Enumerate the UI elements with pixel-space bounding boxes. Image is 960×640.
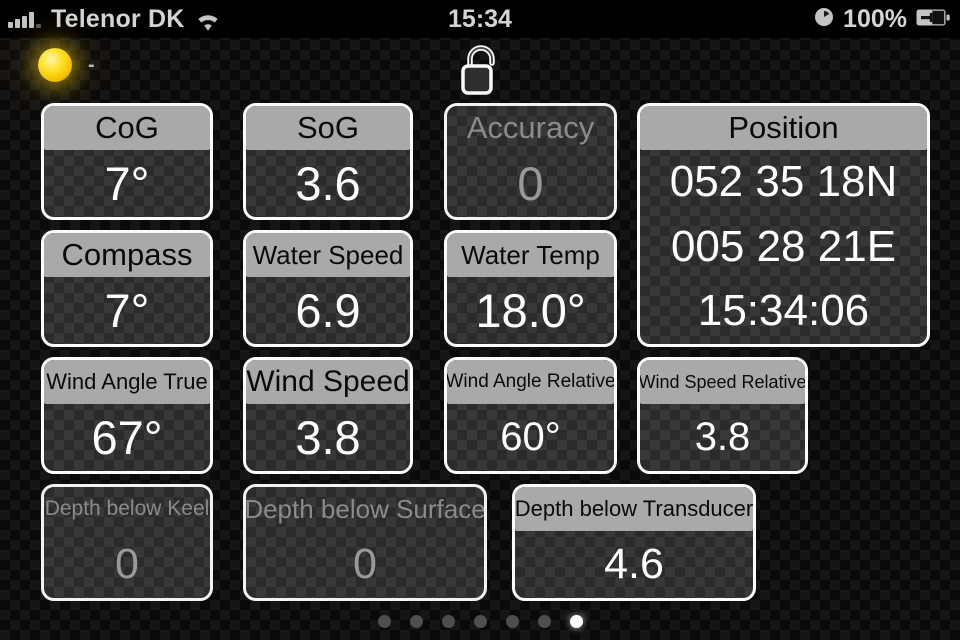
- tile-value-wind-speed: 3.8: [295, 411, 361, 464]
- tile-label-wind-speed: Wind Speed: [246, 360, 410, 404]
- tile-label-wind-speed-relative: Wind Speed Relative: [640, 360, 805, 404]
- daylight-indicator[interactable]: -: [38, 48, 95, 82]
- tile-value-wind-angle-true: 67°: [91, 411, 163, 464]
- page-dot-4[interactable]: [473, 615, 487, 628]
- tile-label-position: Position: [640, 106, 927, 150]
- tile-value-depth-below-transducer: 4.6: [604, 540, 664, 588]
- tile-label-wind-angle-relative: Wind Angle Relative: [447, 360, 614, 404]
- page-dot-1[interactable]: [377, 615, 391, 628]
- tile-label-compass: Compass: [44, 233, 210, 277]
- status-bar-right: 100%: [814, 5, 950, 34]
- status-bar: Telenor DK 15:34 100%: [0, 0, 960, 38]
- battery-charging-icon: [916, 5, 950, 34]
- tile-label-depth-below-keel: Depth below Keel: [44, 497, 210, 520]
- app-screen: Telenor DK 15:34 100% - CoG 7° SoG 3.6 A…: [0, 0, 960, 640]
- tile-value-depth-below-surface: 0: [353, 540, 377, 588]
- tile-wind-angle-true[interactable]: Wind Angle True 67°: [41, 357, 213, 474]
- page-dot-3[interactable]: [441, 615, 455, 628]
- tile-wind-speed[interactable]: Wind Speed 3.8: [243, 357, 413, 474]
- page-dot-2[interactable]: [409, 615, 423, 628]
- tile-label-water-speed: Water Speed: [246, 233, 410, 277]
- tile-value-position: 052 35 18N 005 28 21E 15:34:06: [640, 150, 927, 344]
- tile-accuracy[interactable]: Accuracy 0: [444, 103, 617, 220]
- tile-label-sog: SoG: [246, 106, 410, 150]
- page-dot-5[interactable]: [505, 615, 519, 628]
- battery-percent-label: 100%: [843, 4, 907, 33]
- tile-label-depth-below-surface: Depth below Surface: [244, 493, 486, 524]
- top-bar: -: [0, 38, 960, 102]
- tile-value-depth-below-keel: 0: [115, 540, 139, 588]
- page-indicator[interactable]: [0, 615, 960, 628]
- tile-water-temp[interactable]: Water Temp 18.0°: [444, 230, 617, 347]
- tile-label-water-temp: Water Temp: [447, 233, 614, 277]
- tile-wind-speed-relative[interactable]: Wind Speed Relative 3.8: [637, 357, 808, 474]
- tile-value-compass: 7°: [104, 284, 150, 337]
- tile-value-wind-speed-relative: 3.8: [694, 415, 751, 459]
- tile-value-line-position-2: 005 28 21E: [670, 221, 897, 271]
- tile-cog[interactable]: CoG 7°: [41, 103, 213, 220]
- tile-value-cog: 7°: [104, 157, 150, 210]
- page-dot-6[interactable]: [537, 615, 551, 628]
- tile-position[interactable]: Position 052 35 18N 005 28 21E 15:34:06: [637, 103, 930, 347]
- tile-compass[interactable]: Compass 7°: [41, 230, 213, 347]
- tile-value-water-speed: 6.9: [295, 284, 361, 337]
- tile-label-accuracy: Accuracy: [466, 110, 595, 145]
- sun-icon: [38, 48, 72, 82]
- sun-label: -: [88, 53, 95, 76]
- tile-label-cog: CoG: [44, 106, 210, 150]
- tile-value-accuracy: 0: [517, 157, 544, 210]
- clock-icon: [814, 5, 834, 34]
- tile-sog[interactable]: SoG 3.6: [243, 103, 413, 220]
- tile-value-line-position-1: 052 35 18N: [669, 156, 898, 206]
- tile-depth-below-keel[interactable]: Depth below Keel 0: [41, 484, 213, 601]
- tile-value-water-temp: 18.0°: [475, 284, 586, 337]
- tile-wind-angle-relative[interactable]: Wind Angle Relative 60°: [444, 357, 617, 474]
- tile-depth-below-transducer[interactable]: Depth below Transducer 4.6: [512, 484, 756, 601]
- instrument-grid: CoG 7° SoG 3.6 Accuracy 0 Position 052 35 18N 00…: [41, 103, 930, 601]
- tile-water-speed[interactable]: Water Speed 6.9: [243, 230, 413, 347]
- tile-label-wind-angle-true: Wind Angle True: [44, 360, 210, 404]
- tile-value-sog: 3.6: [295, 157, 361, 210]
- tile-label-depth-below-transducer: Depth below Transducer: [515, 487, 753, 531]
- padlock-open-icon[interactable]: [456, 44, 506, 100]
- page-dot-7[interactable]: [569, 615, 583, 628]
- tile-value-line-position-3: 15:34:06: [697, 286, 870, 336]
- tile-value-wind-angle-relative: 60°: [500, 415, 561, 459]
- tile-depth-below-surface[interactable]: Depth below Surface 0: [243, 484, 487, 601]
